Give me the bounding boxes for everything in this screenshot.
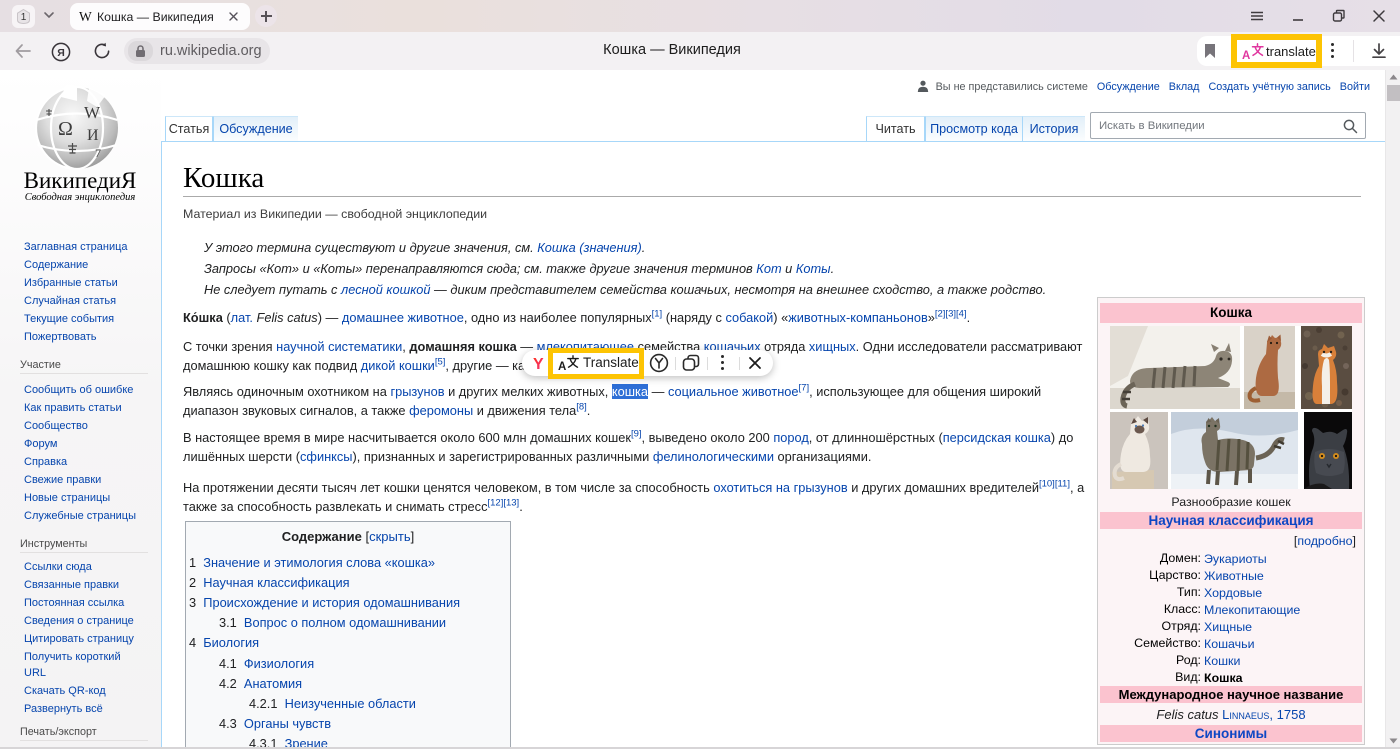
svg-text:И: И — [87, 127, 99, 144]
svg-text:W: W — [84, 103, 101, 122]
svg-text:Я: Я — [57, 47, 65, 59]
svg-text:A: A — [1242, 50, 1250, 60]
svg-text:7: 7 — [95, 146, 101, 160]
svg-text:1: 1 — [21, 12, 27, 23]
svg-text:A: A — [558, 361, 566, 372]
svg-text:Ω: Ω — [58, 118, 73, 140]
svg-text:Y: Y — [533, 356, 544, 371]
